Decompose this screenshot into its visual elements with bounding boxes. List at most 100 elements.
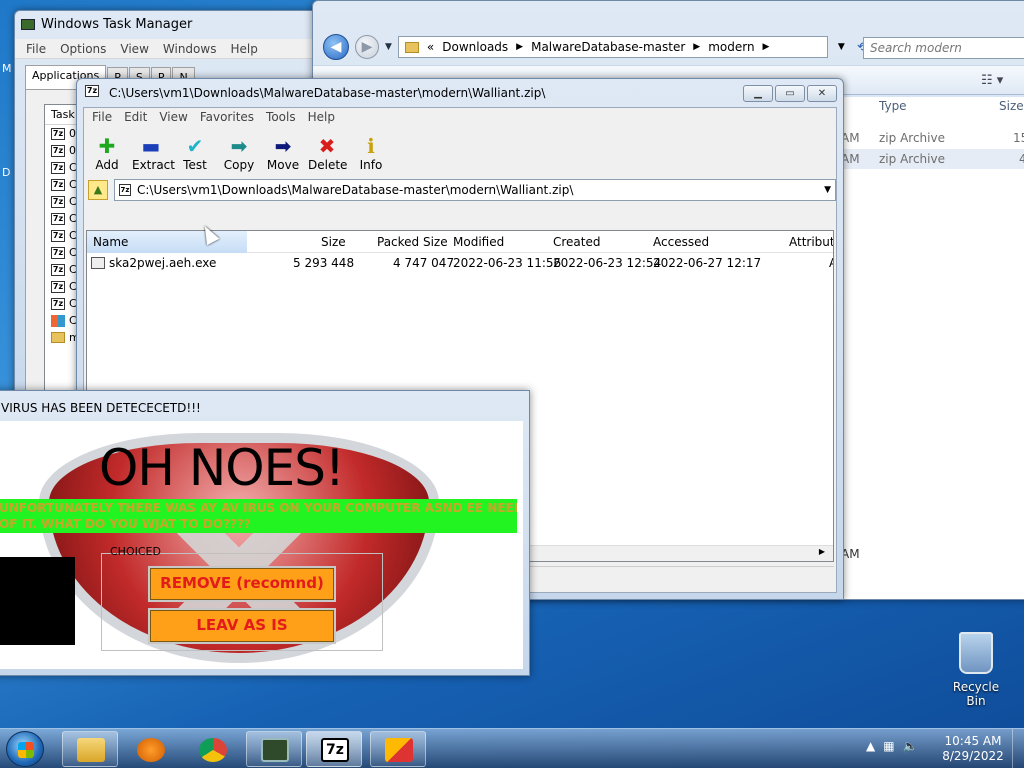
column-type[interactable]: Type	[879, 99, 907, 113]
toolbar: ✚ Add ▬ Extract ✔ Test ➡ Copy ➡ Move ✖ Delete …	[84, 126, 836, 176]
menu-favorites[interactable]: Favorites	[194, 110, 260, 124]
7zip-icon: 7z	[51, 246, 65, 259]
7zip-icon: 7z	[51, 212, 65, 225]
minus-icon: ▬	[141, 134, 161, 158]
popup-body: OH NOES! UNFORTUNATELY THERE WAS AY AV I…	[0, 421, 523, 669]
media-player-icon	[137, 738, 165, 762]
menu-edit[interactable]: Edit	[118, 110, 153, 124]
7zip-icon: 7z	[51, 161, 65, 174]
7zip-icon: 7z	[51, 178, 65, 191]
info-button[interactable]: ℹ Info	[352, 134, 390, 172]
view-options-icon[interactable]: ☷ ▾	[981, 73, 1003, 88]
7zip-icon: 7z	[51, 229, 65, 242]
7zip-icon: 7z	[51, 144, 65, 157]
menu-file[interactable]: File	[19, 42, 53, 56]
column-size[interactable]: Size	[999, 99, 1024, 113]
menu-file[interactable]: File	[86, 110, 118, 124]
menu-bar: File Edit View Favorites Tools Help	[84, 108, 836, 126]
network-icon[interactable]: ▦	[883, 739, 894, 753]
app-icon	[51, 314, 65, 327]
breadcrumb-prefix[interactable]: «	[427, 40, 434, 54]
search-input[interactable]: Search modern	[863, 37, 1024, 59]
chevron-right-icon[interactable]: ▶	[693, 42, 700, 52]
test-button[interactable]: ✔ Test	[176, 134, 214, 172]
window-title: C:\Users\vm1\Downloads\MalwareDatabase-m…	[109, 86, 546, 100]
move-button[interactable]: ➡ Move	[264, 134, 302, 172]
info-icon: ℹ	[367, 134, 375, 158]
file-packed-size: 4 747 047	[393, 256, 455, 270]
taskbar-media-player[interactable]	[122, 731, 178, 767]
start-button[interactable]	[6, 731, 44, 767]
recycle-bin-shortcut[interactable]: Recycle Bin	[944, 632, 1008, 708]
copy-button[interactable]: ➡ Copy	[220, 134, 258, 172]
folder-icon	[404, 41, 419, 53]
taskbar-explorer[interactable]	[62, 731, 118, 767]
taskbar: 7z ▲ ▦ 🔈 10:45 AM 8/29/2022	[0, 728, 1024, 768]
menu-view[interactable]: View	[113, 42, 155, 56]
menu-tools[interactable]: Tools	[260, 110, 302, 124]
forward-button[interactable]: ▶	[355, 35, 379, 59]
address-dropdown-icon[interactable]: ▼	[838, 42, 845, 52]
warning-banner: UNFORTUNATELY THERE WAS AY AV IRUS ON YO…	[0, 499, 517, 533]
menu-options[interactable]: Options	[53, 42, 113, 56]
chevron-up-icon[interactable]: ▲	[866, 739, 875, 753]
remove-button[interactable]: REMOVE (recomnd)	[148, 566, 336, 602]
window-title: Windows Task Manager	[41, 17, 193, 32]
menu-windows[interactable]: Windows	[156, 42, 224, 56]
column-attribute[interactable]: Attribute	[789, 235, 833, 249]
virus-popup-window[interactable]: VIRUS HAS BEEN DETECECETD!!! OH NOES! UN…	[0, 390, 530, 676]
column-name[interactable]: Name	[93, 235, 128, 249]
breadcrumb-modern[interactable]: modern	[708, 40, 754, 54]
breadcrumb-malwaredatabase[interactable]: MalwareDatabase-master	[531, 40, 685, 54]
volume-icon[interactable]: 🔈	[903, 739, 918, 753]
breadcrumb-downloads[interactable]: Downloads	[442, 40, 508, 54]
recycle-bin-label: Recycle Bin	[952, 680, 1000, 708]
taskbar-7zip[interactable]: 7z	[306, 731, 362, 767]
extract-button[interactable]: ▬ Extract	[132, 134, 175, 172]
table-row[interactable]: ska2pwej.aeh.exe 5 293 448 4 747 047 202…	[87, 253, 833, 273]
up-folder-button[interactable]: ▲	[88, 180, 108, 200]
column-size[interactable]: Size	[321, 235, 346, 249]
chevron-right-icon[interactable]: ▶	[516, 42, 523, 52]
chevron-right-icon[interactable]: ▶	[819, 547, 825, 556]
task-manager-titlebar[interactable]: Windows Task Manager	[15, 11, 333, 39]
menu-help[interactable]: Help	[223, 42, 264, 56]
menu-view[interactable]: View	[153, 110, 193, 124]
plus-icon: ✚	[98, 134, 116, 158]
leave-as-is-button[interactable]: LEAV AS IS	[148, 608, 336, 644]
recycle-bin-icon	[959, 632, 993, 674]
path-combobox[interactable]: 7z C:\Users\vm1\Downloads\MalwareDatabas…	[114, 179, 836, 201]
7zip-icon: 7z	[51, 127, 65, 140]
maximize-button[interactable]: ▭	[775, 85, 805, 102]
menu-help[interactable]: Help	[302, 110, 341, 124]
clock-date: 8/29/2022	[942, 749, 1004, 763]
column-accessed[interactable]: Accessed	[653, 235, 709, 249]
back-button[interactable]: ◀	[323, 34, 349, 60]
7zip-icon: 7z	[321, 738, 349, 762]
task-manager-icon	[21, 19, 35, 30]
address-bar[interactable]: « Downloads ▶ MalwareDatabase-master ▶ m…	[397, 36, 828, 58]
minimize-button[interactable]: ▁	[743, 85, 773, 102]
popup-title: VIRUS HAS BEEN DETECECETD!!!	[1, 401, 201, 415]
close-button[interactable]: ✕	[807, 85, 837, 102]
history-dropdown-icon[interactable]: ▼	[385, 42, 392, 52]
taskbar-clock[interactable]: 10:45 AM 8/29/2022	[938, 734, 1008, 764]
dropdown-icon[interactable]: ▼	[824, 185, 831, 195]
taskbar-task-manager[interactable]	[246, 731, 302, 767]
popup-titlebar[interactable]: VIRUS HAS BEEN DETECECETD!!!	[0, 391, 529, 421]
system-tray: ▲ ▦ 🔈	[866, 739, 918, 753]
show-desktop-button[interactable]	[1012, 729, 1024, 768]
7zip-icon: 7z	[51, 297, 65, 310]
choice-group: CHOICED REMOVE (recomnd) LEAV AS IS	[101, 545, 383, 651]
add-button[interactable]: ✚ Add	[88, 134, 126, 172]
taskbar-chrome[interactable]	[184, 731, 240, 767]
chevron-right-icon[interactable]: ▶	[763, 42, 770, 52]
column-packed-size[interactable]: Packed Size	[377, 235, 448, 249]
desktop-edge-text: D	[2, 166, 11, 179]
taskbar-malware-app[interactable]	[370, 731, 426, 767]
7zip-titlebar[interactable]: 7z C:\Users\vm1\Downloads\MalwareDatabas…	[77, 79, 843, 107]
column-created[interactable]: Created	[553, 235, 601, 249]
column-modified[interactable]: Modified	[453, 235, 504, 249]
row-type: zip Archive	[879, 131, 945, 145]
delete-button[interactable]: ✖ Delete	[308, 134, 347, 172]
